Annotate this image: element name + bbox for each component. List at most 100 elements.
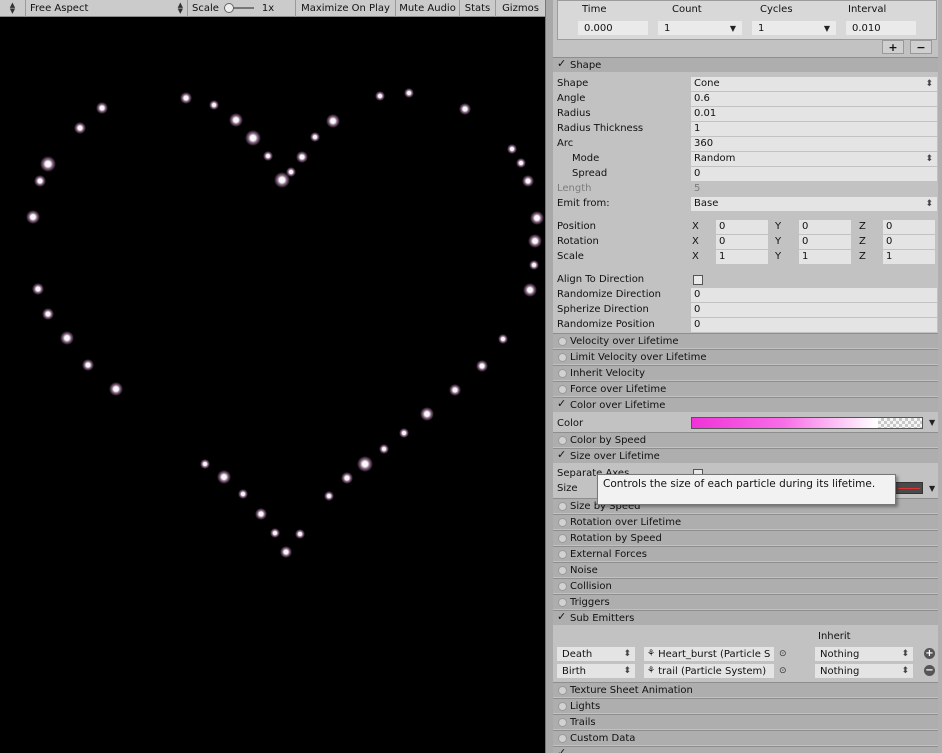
game-viewport[interactable]	[0, 18, 545, 753]
rotation-over-lifetime-header[interactable]: Rotation over Lifetime	[553, 514, 938, 529]
slider-knob[interactable]	[223, 3, 234, 13]
rotation-y-field[interactable]: 0	[799, 234, 851, 249]
module-toggle[interactable]	[558, 435, 567, 445]
rotation-x-field[interactable]: 0	[716, 234, 768, 249]
add-burst-button[interactable]: +	[882, 40, 904, 54]
lights-header[interactable]: Lights	[553, 698, 938, 713]
scale-x-field[interactable]: 1	[716, 249, 768, 264]
module-toggle[interactable]	[558, 565, 567, 575]
sub-emitter-system-field[interactable]: ⚘ Heart_burst (Particle S	[644, 647, 774, 661]
rotation-z-field[interactable]: 0	[883, 234, 935, 249]
module-toggle[interactable]	[558, 549, 567, 559]
module-toggle[interactable]	[558, 517, 567, 527]
radius-thickness-field[interactable]: 1	[691, 121, 937, 136]
burst-time-field[interactable]: 0.000	[578, 21, 648, 35]
module-toggle[interactable]	[558, 717, 567, 727]
sub-emitter-system-field[interactable]: ⚘ trail (Particle System)	[644, 664, 774, 678]
module-toggle[interactable]	[558, 685, 567, 695]
add-sub-emitter-button[interactable]: +	[924, 648, 935, 659]
module-toggle[interactable]	[558, 533, 567, 543]
checkmark-icon[interactable]: ✓	[557, 448, 566, 461]
module-toggle[interactable]	[558, 701, 567, 711]
remove-sub-emitter-button[interactable]: −	[924, 665, 935, 676]
inherit-velocity-header[interactable]: Inherit Velocity	[553, 365, 938, 380]
color-label: Color	[557, 418, 584, 429]
sub-emitter-event-dropdown[interactable]: Birth	[557, 664, 635, 678]
spherize-direction-field[interactable]: 0	[691, 302, 937, 317]
randomize-direction-field[interactable]: 0	[691, 287, 937, 302]
external-forces-header[interactable]: External Forces	[553, 546, 938, 561]
gizmos-button[interactable]: Gizmos	[496, 0, 545, 17]
color-by-speed-header[interactable]: Color by Speed	[553, 432, 938, 447]
remove-burst-button[interactable]: −	[910, 40, 932, 54]
object-picker-icon[interactable]: ⊙	[779, 666, 787, 676]
emit-from-dropdown[interactable]: Base	[691, 196, 937, 211]
emission-bursts-list: Time Count Cycles Interval 0.000 1 ▼ 1 ▼ 0…	[557, 0, 937, 40]
velocity-over-lifetime-header[interactable]: Velocity over Lifetime	[553, 333, 938, 348]
texture-sheet-animation-header[interactable]: Texture Sheet Animation	[553, 682, 938, 697]
module-toggle[interactable]	[558, 352, 567, 362]
mute-audio-button[interactable]: Mute Audio	[396, 0, 460, 17]
position-y-field[interactable]: 0	[799, 219, 851, 234]
display-select[interactable]: ▲ ▼	[0, 0, 26, 17]
scale-slider[interactable]	[223, 3, 254, 13]
object-picker-icon[interactable]: ⊙	[779, 649, 787, 659]
limit-velocity-header[interactable]: Limit Velocity over Lifetime	[553, 349, 938, 364]
aspect-dropdown[interactable]: Free Aspect ▲ ▼	[26, 0, 188, 17]
module-toggle[interactable]	[558, 336, 567, 346]
module-toggle[interactable]	[558, 501, 567, 511]
module-toggle[interactable]	[558, 384, 567, 394]
module-toggle[interactable]	[558, 733, 567, 743]
burst-count-field[interactable]: 1 ▼	[658, 21, 742, 35]
inspector-scrollbar[interactable]	[938, 0, 942, 753]
custom-data-header[interactable]: Custom Data	[553, 730, 938, 745]
scale-z-field[interactable]: 1	[883, 249, 935, 264]
sub-emitter-event-dropdown[interactable]: Death	[557, 647, 635, 661]
checkmark-icon[interactable]: ✓	[557, 57, 566, 70]
rotation-by-speed-header[interactable]: Rotation by Speed	[553, 530, 938, 545]
arc-field[interactable]: 360	[691, 136, 937, 151]
checkmark-icon[interactable]: ✓	[557, 746, 566, 753]
module-toggle[interactable]	[558, 597, 567, 607]
triggers-header[interactable]: Triggers	[553, 594, 938, 609]
size-over-lifetime-header[interactable]: ✓ Size over Lifetime	[553, 448, 938, 463]
shape-dropdown[interactable]: Cone	[691, 76, 937, 91]
rotation-label: Rotation	[557, 236, 599, 247]
position-x-field[interactable]: 0	[716, 219, 768, 234]
noise-header[interactable]: Noise	[553, 562, 938, 577]
size-curve-field[interactable]	[895, 482, 923, 494]
shape-module-header[interactable]: ✓ Shape	[553, 57, 938, 72]
module-toggle[interactable]	[558, 581, 567, 591]
position-z-field[interactable]: 0	[883, 219, 935, 234]
dropdown-arrow-icon[interactable]: ▼	[929, 484, 935, 493]
checkmark-icon[interactable]: ✓	[557, 610, 566, 623]
dropdown-arrow-icon[interactable]: ▼	[929, 418, 935, 427]
renderer-header-partial[interactable]: ✓	[553, 746, 938, 753]
mode-label: Mode	[572, 153, 600, 164]
radius-field[interactable]: 0.01	[691, 106, 937, 121]
trails-header[interactable]: Trails	[553, 714, 938, 729]
position-label: Position	[557, 221, 596, 232]
length-row: Length 5	[553, 181, 938, 196]
align-to-direction-checkbox[interactable]	[693, 274, 703, 285]
maximize-on-play-button[interactable]: Maximize On Play	[296, 0, 396, 17]
sub-emitters-header[interactable]: ✓ Sub Emitters	[553, 610, 938, 625]
force-over-lifetime-header[interactable]: Force over Lifetime	[553, 381, 938, 396]
mode-dropdown[interactable]: Random	[691, 151, 937, 166]
spread-field[interactable]: 0	[691, 166, 937, 181]
checkmark-icon[interactable]: ✓	[557, 397, 566, 410]
burst-interval-field[interactable]: 0.010	[846, 21, 916, 35]
collision-header[interactable]: Collision	[553, 578, 938, 593]
stats-button[interactable]: Stats	[460, 0, 496, 17]
angle-field[interactable]: 0.6	[691, 91, 937, 106]
scale-y-field[interactable]: 1	[799, 249, 851, 264]
panel-divider[interactable]	[545, 0, 553, 753]
randomize-position-field[interactable]: 0	[691, 317, 937, 332]
color-gradient-field[interactable]	[691, 417, 923, 429]
sub-emitter-inherit-dropdown[interactable]: Nothing	[815, 647, 913, 661]
burst-cycles-field[interactable]: 1 ▼	[752, 21, 836, 35]
particle-sprite	[516, 158, 526, 168]
color-over-lifetime-header[interactable]: ✓ Color over Lifetime	[553, 397, 938, 412]
sub-emitter-inherit-dropdown[interactable]: Nothing	[815, 664, 913, 678]
module-toggle[interactable]	[558, 368, 567, 378]
